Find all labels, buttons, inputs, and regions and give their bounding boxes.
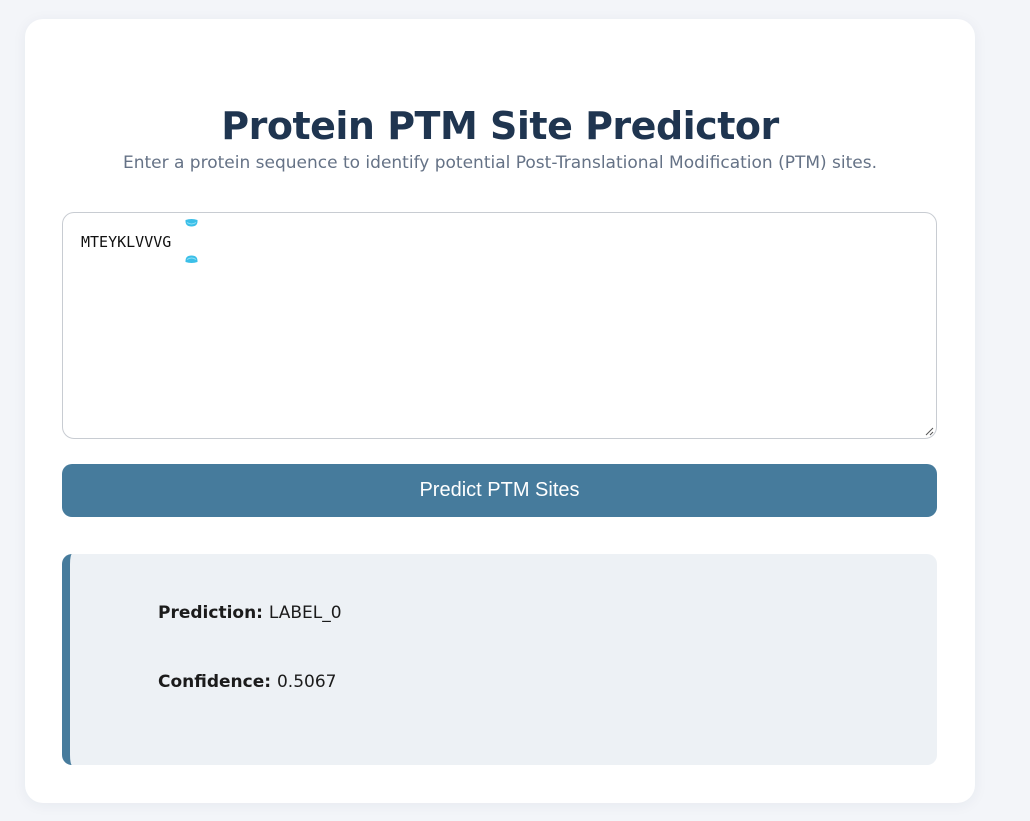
- confidence-value: 0.5067: [276, 672, 337, 692]
- prediction-value: LABEL_0: [268, 603, 342, 623]
- prediction-label: Prediction:: [158, 603, 269, 623]
- confidence-label: Confidence:: [158, 672, 277, 692]
- page-subtitle: Enter a protein sequence to identify pot…: [122, 153, 878, 173]
- result-panel: Prediction: LABEL_0 Confidence: 0.5067: [62, 554, 937, 765]
- prediction-row: Prediction: LABEL_0: [158, 602, 342, 624]
- resize-grip-icon[interactable]: [924, 426, 934, 436]
- sequence-input-container: MTEYKLVVVG: [62, 212, 937, 439]
- confidence-row: Confidence: 0.5067: [158, 671, 336, 693]
- sequence-input[interactable]: MTEYKLVVVG: [63, 213, 936, 438]
- predict-button[interactable]: Predict PTM Sites: [62, 464, 937, 517]
- page-title: Protein PTM Site Predictor: [221, 104, 779, 148]
- selection-handle-top-icon[interactable]: [185, 219, 198, 227]
- selection-handle-bottom-icon[interactable]: [185, 255, 198, 263]
- predictor-card: Protein PTM Site Predictor Enter a prote…: [25, 19, 975, 803]
